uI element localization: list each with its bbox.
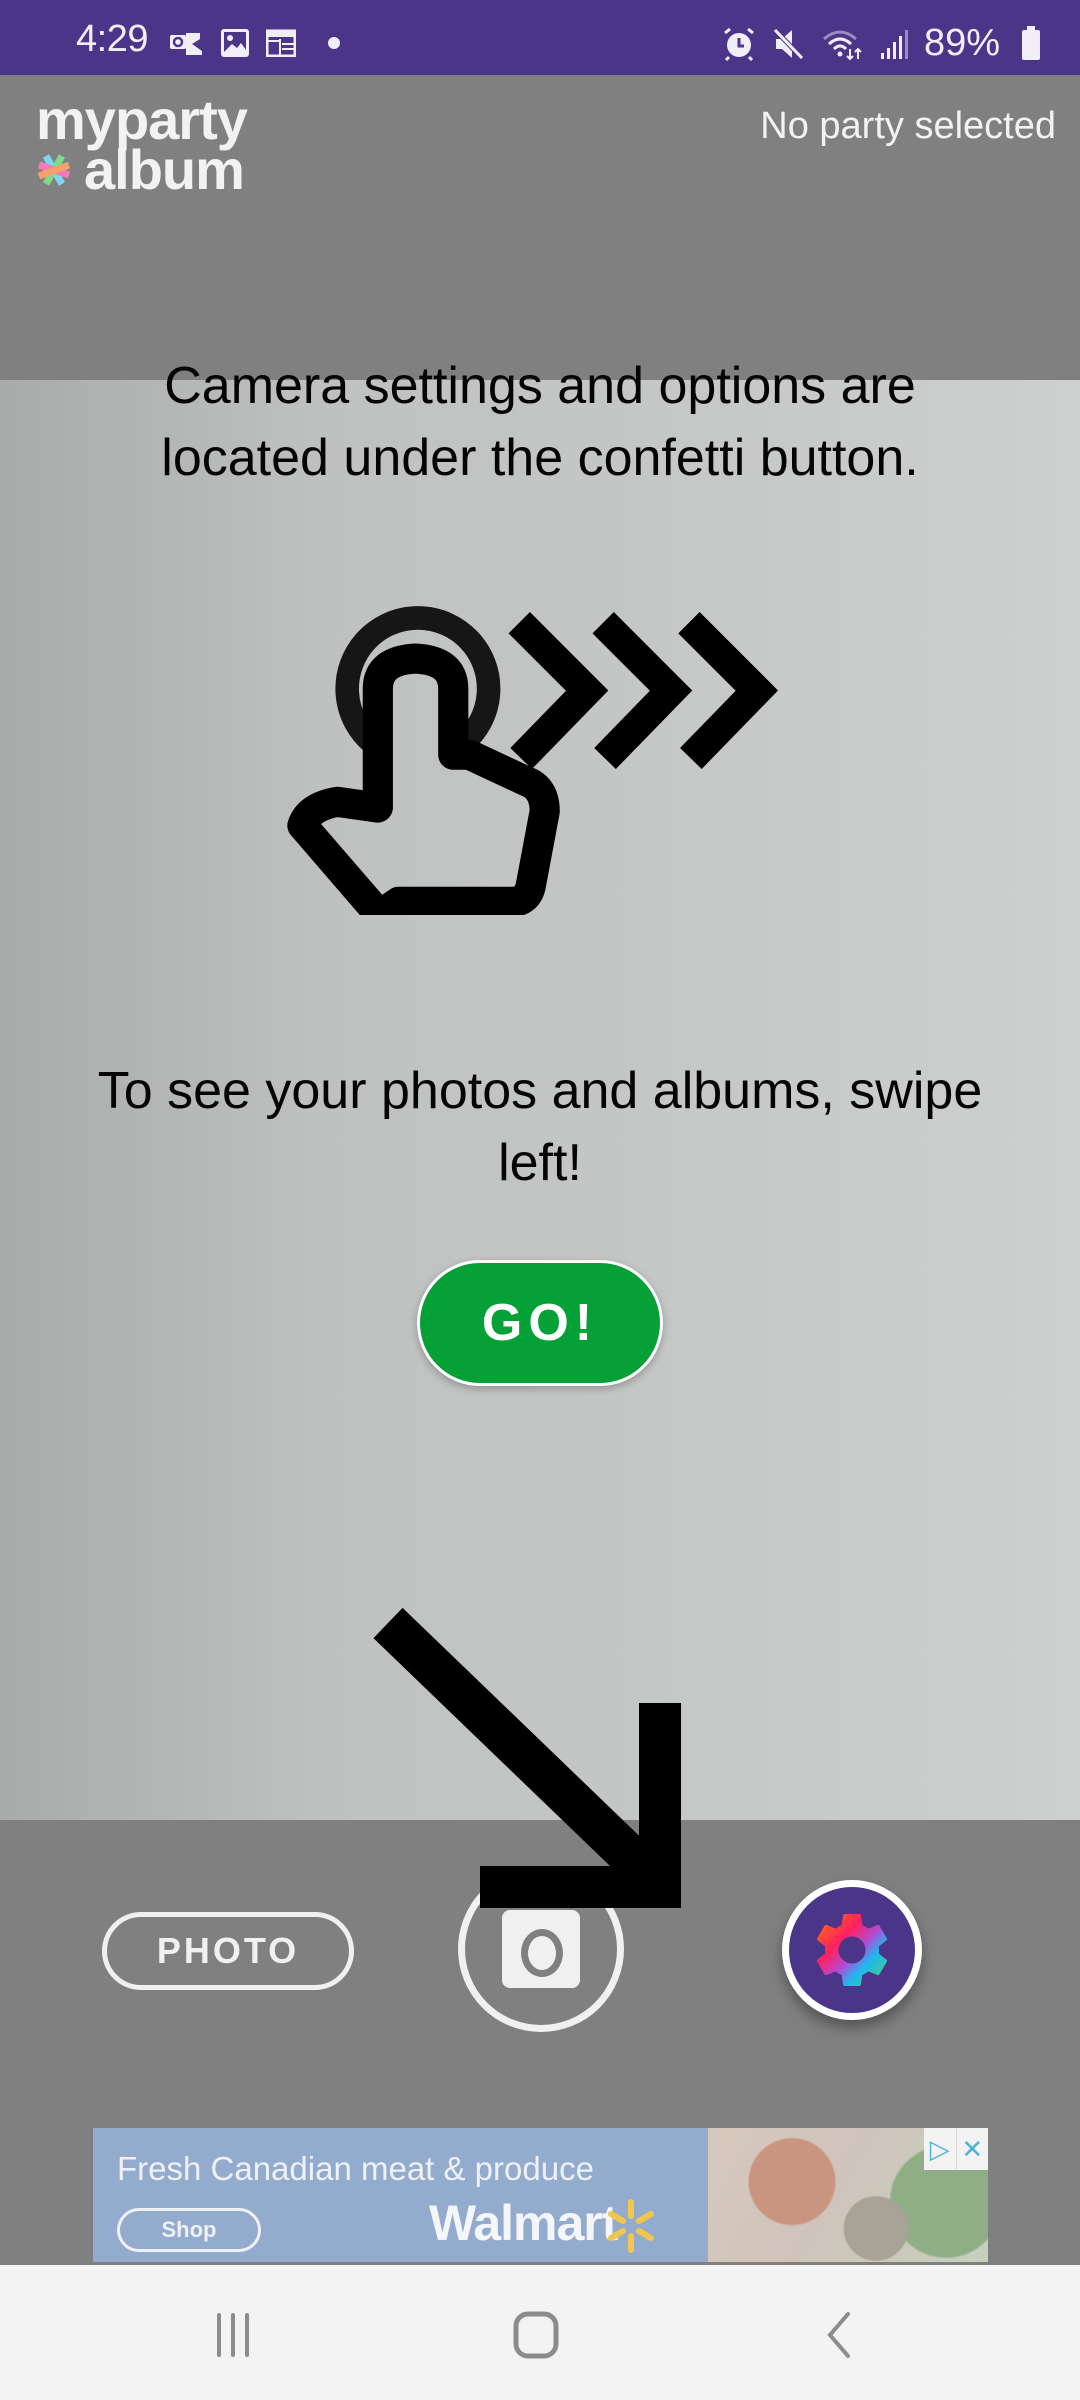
- status-system-icons: 89%: [722, 22, 1000, 65]
- home-button[interactable]: [506, 2305, 566, 2365]
- notification-dot-icon: [328, 37, 340, 49]
- app-header: myparty album No party selected: [0, 75, 1080, 380]
- back-button[interactable]: [808, 2305, 868, 2365]
- status-bar: 4:29 89%: [0, 0, 1080, 75]
- adchoices-icon[interactable]: ▷: [924, 2128, 956, 2170]
- mute-icon: [773, 27, 804, 60]
- go-button[interactable]: GO!: [417, 1260, 663, 1386]
- back-icon: [827, 2312, 850, 2358]
- outlook-icon: [170, 33, 202, 55]
- app-logo: myparty album: [36, 92, 248, 201]
- gallery-icon: [221, 29, 249, 57]
- ad-banner[interactable]: Fresh Canadian meat & produce Shop Walma…: [93, 2128, 988, 2262]
- confetti-logo-icon: [37, 154, 71, 186]
- logo-line2: album: [84, 138, 245, 201]
- photo-mode-button[interactable]: PHOTO: [102, 1912, 354, 1990]
- system-nav-bar: [0, 2265, 1080, 2400]
- battery-icon: [1022, 26, 1040, 60]
- alarm-icon: [724, 27, 754, 61]
- calendar-icon: [266, 29, 296, 57]
- walmart-spark-icon: [608, 2199, 654, 2253]
- tap-swipe-gesture-icon: [287, 585, 779, 915]
- camera-icon: [502, 1910, 580, 1988]
- pointer-arrow-icon: [373, 1607, 681, 1908]
- ad-close-icon[interactable]: ✕: [955, 2128, 989, 2170]
- battery-percent: 89%: [923, 22, 1000, 64]
- ad-brand: Walmart: [429, 2195, 618, 2251]
- ad-headline: Fresh Canadian meat & produce: [117, 2150, 594, 2187]
- ad-shop-button[interactable]: Shop: [117, 2208, 261, 2252]
- party-status[interactable]: No party selected: [760, 105, 1056, 148]
- confetti-settings-button[interactable]: [782, 1880, 922, 2020]
- status-time: 4:29: [76, 18, 148, 60]
- swipe-tip: To see your photos and albums, swipe lef…: [97, 1062, 983, 1192]
- recents-icon: [217, 2313, 249, 2357]
- ad-choices[interactable]: ▷ ✕: [924, 2128, 988, 2170]
- signal-icon: [880, 29, 908, 59]
- settings-tip: Camera settings and options are located …: [161, 357, 919, 487]
- wifi-icon: [822, 30, 862, 60]
- confetti-gear-icon: [816, 1913, 888, 1986]
- status-notification-icons: [170, 28, 340, 58]
- home-icon: [513, 2311, 559, 2359]
- recents-button[interactable]: [203, 2305, 263, 2365]
